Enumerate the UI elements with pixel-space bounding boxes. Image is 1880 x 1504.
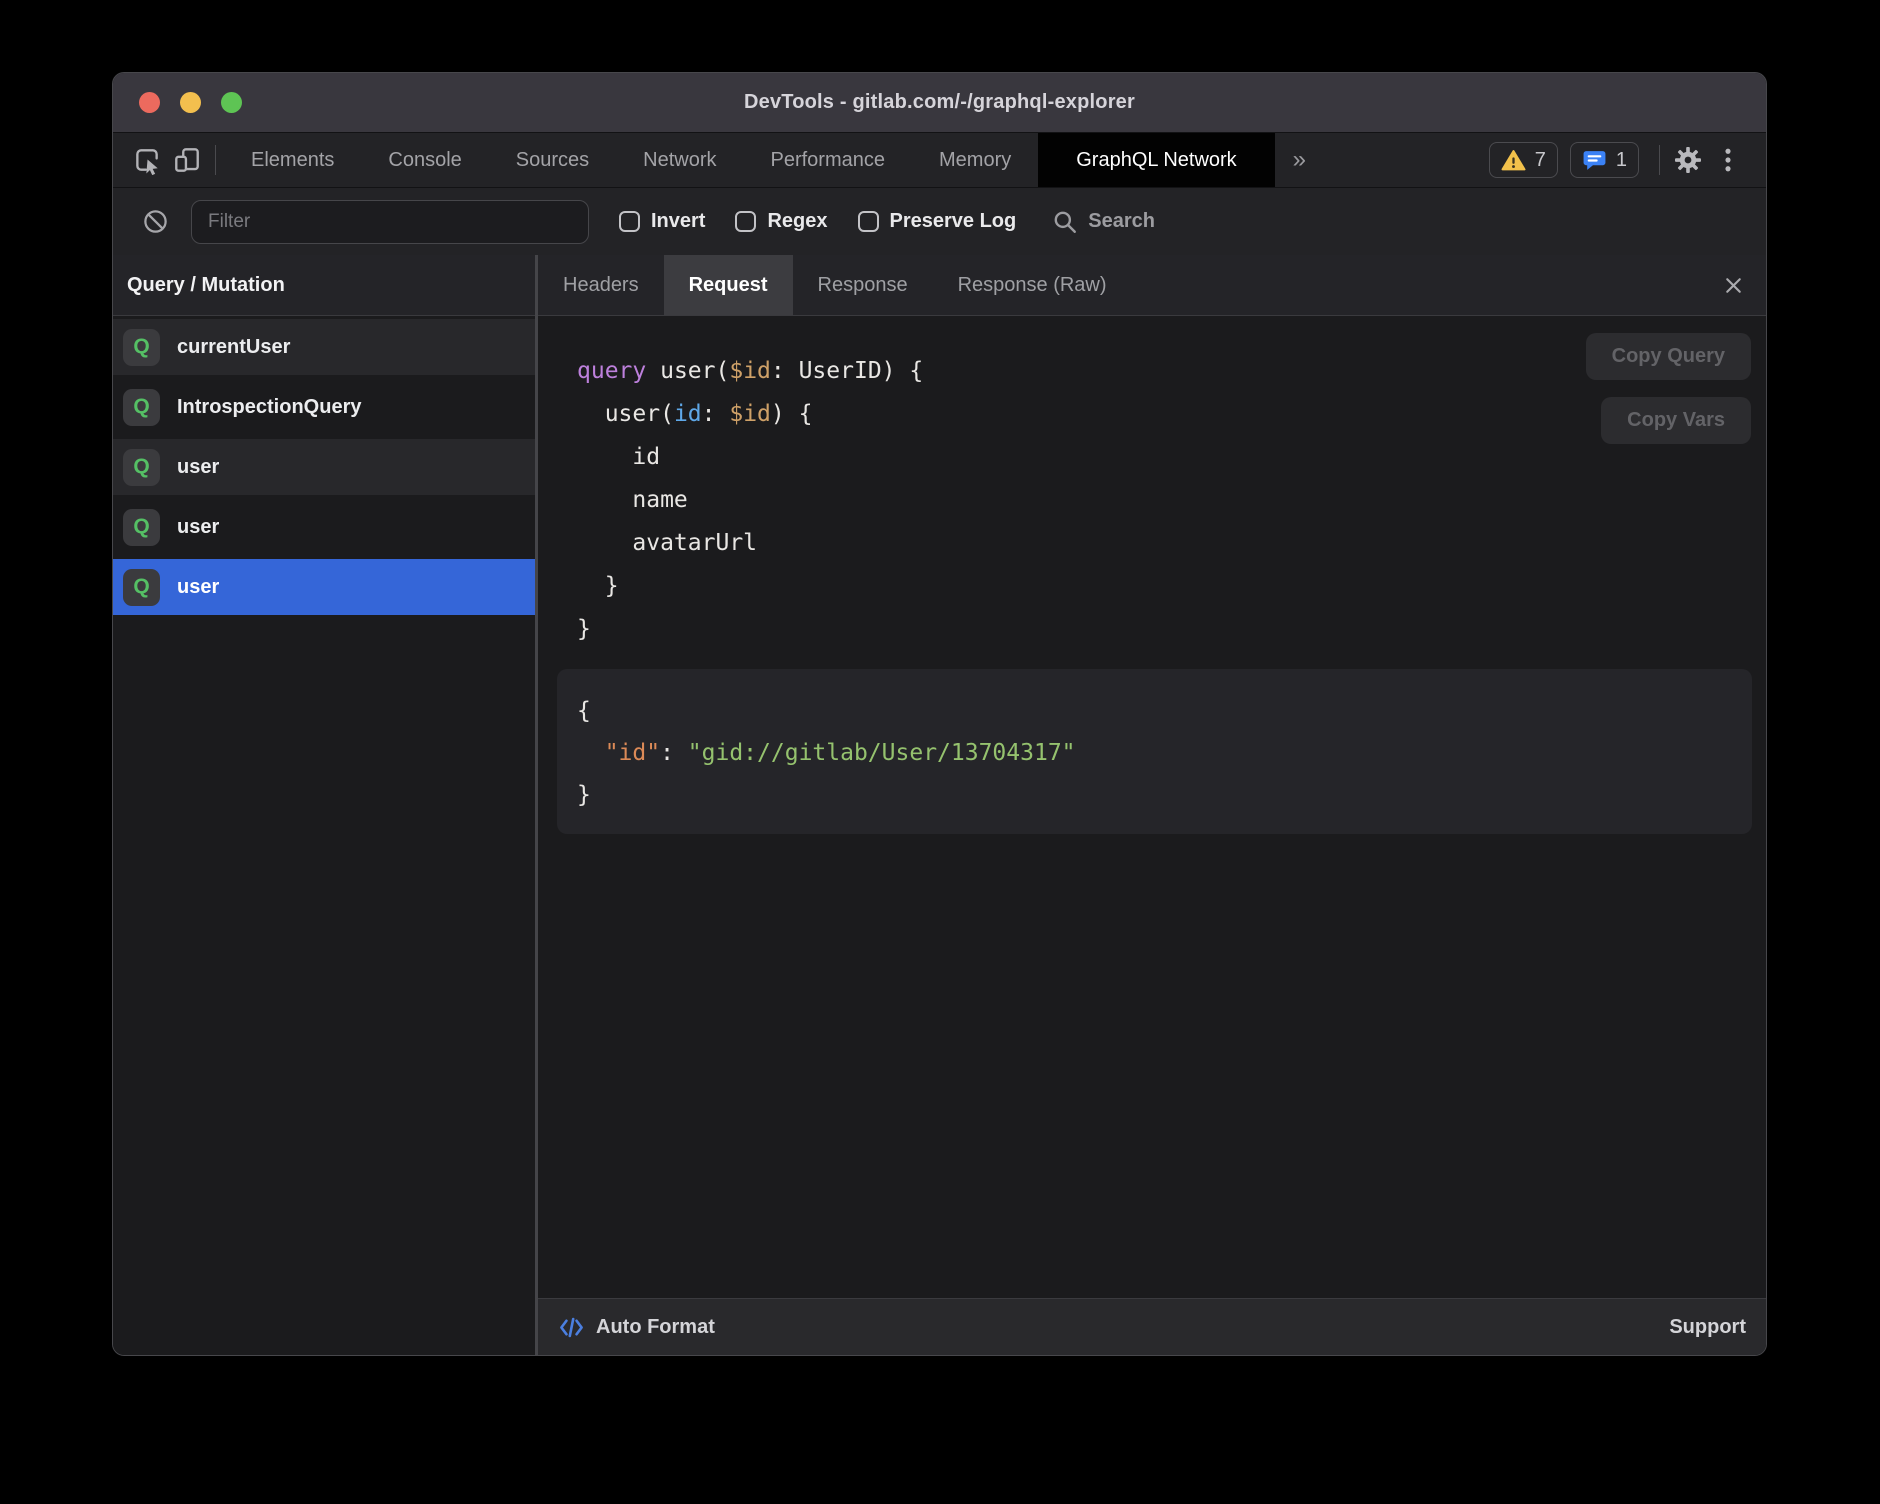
list-item-user-3-selected[interactable]: Q user [113,559,535,615]
list-item-currentuser[interactable]: Q currentUser [113,319,535,375]
close-panel-button[interactable] [1721,273,1746,298]
list-item-label: currentUser [177,336,290,359]
query-list-sidebar: Query / Mutation Q currentUser Q Introsp… [113,255,535,1355]
auto-format-label: Auto Format [596,1316,715,1339]
window-title: DevTools - gitlab.com/-/graphql-explorer [744,91,1135,114]
auto-format-button[interactable]: Auto Format [558,1314,715,1341]
tab-response[interactable]: Response [793,255,933,315]
preserve-log-checkbox[interactable] [858,211,879,232]
code-line: } [577,774,1752,816]
title-bar: DevTools - gitlab.com/-/graphql-explorer [113,73,1766,132]
regex-checkbox-group: Regex [735,210,827,233]
invert-label: Invert [651,210,705,233]
query-type-badge: Q [123,569,160,606]
code-line: query user($id: UserID) { [577,350,923,393]
invert-checkbox[interactable] [619,211,640,232]
tab-network[interactable]: Network [616,133,743,187]
device-toolbar-icon[interactable] [167,140,207,180]
list-item-label: user [177,456,219,479]
search-icon [1052,209,1078,235]
warning-count: 7 [1535,149,1546,172]
tab-console[interactable]: Console [361,133,488,187]
request-content: query user($id: UserID) { user(id: $id) … [538,316,1766,1298]
tab-headers[interactable]: Headers [538,255,664,315]
code-line: } [577,608,923,651]
issues-badge[interactable]: 1 [1570,142,1639,178]
more-tabs-chevron-icon[interactable]: » [1275,146,1324,174]
devtools-window: DevTools - gitlab.com/-/graphql-explorer… [112,72,1767,1356]
tab-request[interactable]: Request [664,255,793,315]
message-icon [1582,148,1607,173]
code-line: { [577,690,1752,732]
list-item-introspectionquery[interactable]: Q IntrospectionQuery [113,379,535,435]
query-type-badge: Q [123,509,160,546]
regex-checkbox[interactable] [735,211,756,232]
code-line: id [577,436,923,479]
warning-icon [1501,148,1526,173]
code-line: } [577,565,923,608]
main-area: Query / Mutation Q currentUser Q Introsp… [113,255,1766,1355]
panel-footer: Auto Format Support [538,1298,1766,1355]
support-link[interactable]: Support [1669,1316,1746,1339]
settings-gear-icon[interactable] [1668,140,1708,180]
tab-graphql-network[interactable]: GraphQL Network [1038,133,1274,187]
detail-panel: Headers Request Response Response (Raw) … [538,255,1766,1355]
search-label: Search [1088,210,1155,233]
invert-checkbox-group: Invert [619,210,705,233]
tab-response-raw[interactable]: Response (Raw) [933,255,1132,315]
filter-bar: Invert Regex Preserve Log Search [113,187,1766,255]
tab-performance[interactable]: Performance [744,133,913,187]
devtools-tab-bar: Elements Console Sources Network Perform… [113,132,1766,187]
preserve-log-checkbox-group: Preserve Log [858,210,1017,233]
copy-vars-button[interactable]: Copy Vars [1601,397,1751,444]
code-line: avatarUrl [577,522,923,565]
graphql-query-code: query user($id: UserID) { user(id: $id) … [577,350,923,651]
tab-memory[interactable]: Memory [912,133,1038,187]
warnings-badge[interactable]: 7 [1489,142,1558,178]
regex-label: Regex [767,210,827,233]
query-type-badge: Q [123,329,160,366]
query-type-badge: Q [123,389,160,426]
tab-sources[interactable]: Sources [489,133,616,187]
list-item-user-2[interactable]: Q user [113,499,535,555]
close-icon [1721,273,1746,298]
code-format-icon [558,1314,585,1341]
maximize-window-button[interactable] [221,92,242,113]
kebab-menu-icon[interactable] [1708,140,1748,180]
toolbar-divider [215,145,216,175]
close-window-button[interactable] [139,92,160,113]
query-type-badge: Q [123,449,160,486]
issue-count: 1 [1616,149,1627,172]
list-item-user-1[interactable]: Q user [113,439,535,495]
code-line: user(id: $id) { [577,393,923,436]
traffic-lights [139,73,242,132]
inspect-element-icon[interactable] [127,140,167,180]
clear-icon[interactable] [135,202,175,242]
list-item-label: user [177,576,219,599]
query-variables-box: { "id": "gid://gitlab/User/13704317"} [557,669,1752,834]
list-item-label: IntrospectionQuery [177,396,361,419]
preserve-log-label: Preserve Log [890,210,1017,233]
sidebar-header: Query / Mutation [113,255,535,316]
list-item-label: user [177,516,219,539]
minimize-window-button[interactable] [180,92,201,113]
code-line: "id": "gid://gitlab/User/13704317" [577,732,1752,774]
tab-elements[interactable]: Elements [224,133,361,187]
search-toggle[interactable]: Search [1052,209,1155,235]
detail-tabs: Headers Request Response Response (Raw) [538,255,1766,316]
copy-query-button[interactable]: Copy Query [1586,333,1751,380]
filter-input[interactable] [191,200,589,244]
toolbar-divider [1659,145,1660,175]
code-line: name [577,479,923,522]
query-list: Q currentUser Q IntrospectionQuery Q use… [113,316,535,615]
